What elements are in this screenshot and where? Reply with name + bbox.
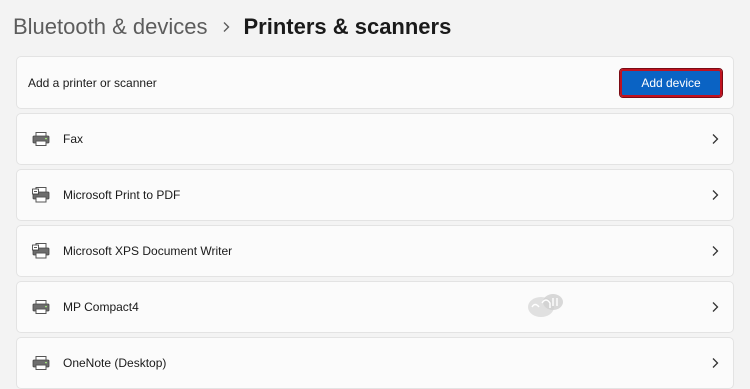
device-row-microsoft-print-to-pdf[interactable]: Microsoft Print to PDF [16, 169, 734, 221]
add-printer-label: Add a printer or scanner [28, 75, 157, 90]
printer-icon [31, 129, 51, 149]
printer-icon [31, 297, 51, 317]
add-printer-card: Add a printer or scanner Add device [16, 56, 734, 109]
virtual-printer-icon [31, 185, 51, 205]
device-name: MP Compact4 [63, 300, 139, 314]
chevron-right-icon [707, 243, 723, 259]
device-name: Microsoft Print to PDF [63, 188, 181, 202]
watermark-logo [526, 291, 568, 319]
chevron-right-icon [707, 299, 723, 315]
chevron-right-icon [221, 21, 231, 33]
chevron-right-icon [707, 131, 723, 147]
chevron-right-icon [707, 355, 723, 371]
device-row-microsoft-xps-document-writer[interactable]: Microsoft XPS Document Writer [16, 225, 734, 277]
device-name: OneNote (Desktop) [63, 356, 167, 370]
page-title: Printers & scanners [243, 14, 452, 39]
device-row-mp-compact4[interactable]: MP Compact4 [16, 281, 734, 333]
device-name: Microsoft XPS Document Writer [63, 244, 233, 258]
device-name: Fax [63, 132, 84, 146]
breadcrumb: Bluetooth & devices Printers & scanners [13, 10, 451, 44]
add-device-button[interactable]: Add device [619, 67, 723, 98]
device-row-fax[interactable]: Fax [16, 113, 734, 165]
virtual-printer-icon [31, 241, 51, 261]
breadcrumb-parent-link[interactable]: Bluetooth & devices [13, 10, 207, 44]
chevron-right-icon [707, 187, 723, 203]
printer-icon [31, 353, 51, 373]
device-row-onenote-desktop[interactable]: OneNote (Desktop) [16, 337, 734, 389]
